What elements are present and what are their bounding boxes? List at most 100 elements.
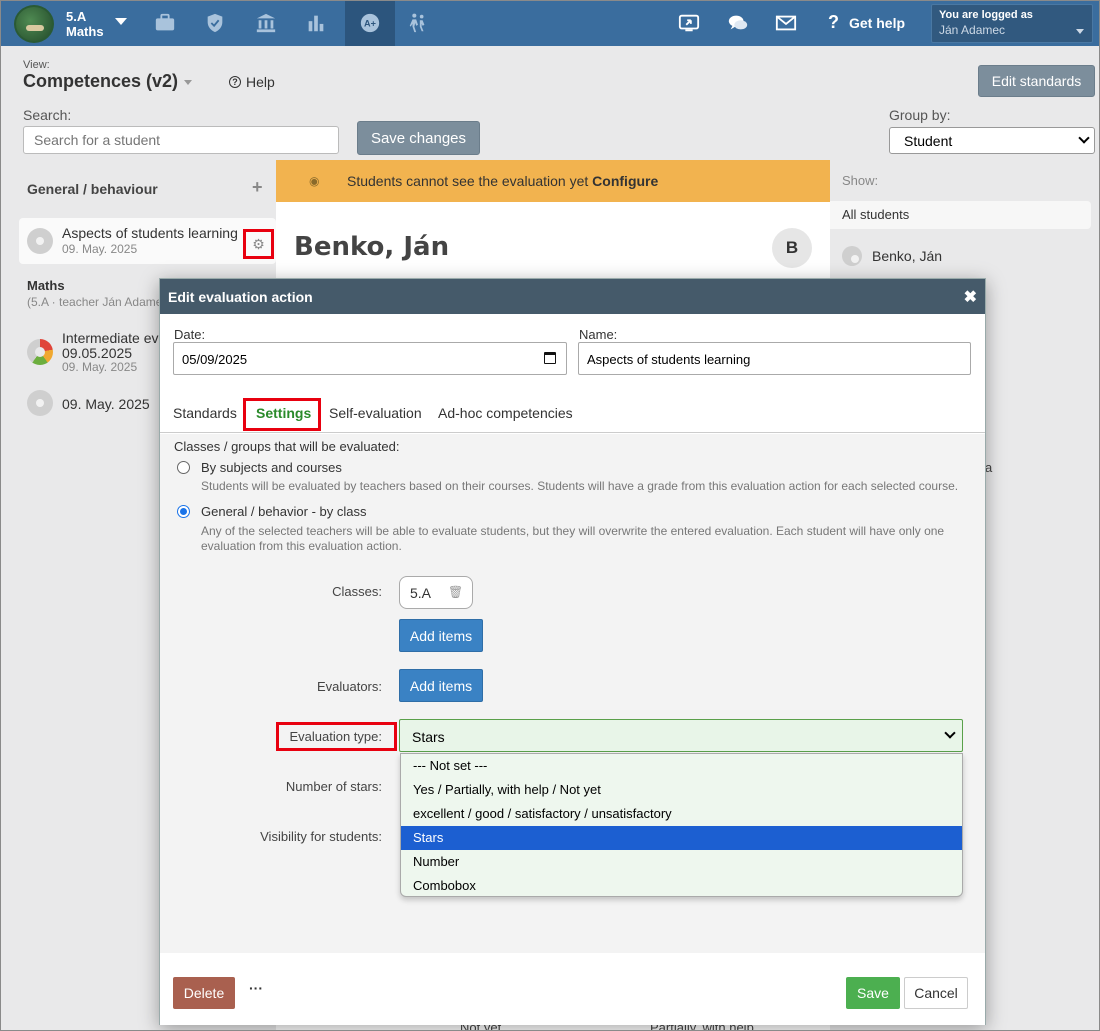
tab-ad-hoc-competencies[interactable]: Ad-hoc competencies (438, 405, 573, 421)
status-disc-icon (27, 390, 53, 416)
classes-groups-label: Classes / groups that will be evaluated: (174, 439, 400, 454)
evaluation-title: Aspects of students learning (62, 225, 238, 241)
banner-text: Students cannot see the evaluation yet (347, 173, 589, 189)
student-name: Benko, Ján (294, 232, 450, 262)
dialog-header: Edit evaluation action ✖ (160, 279, 985, 314)
name-label: Name: (579, 327, 618, 342)
date-value: 05/09/2025 (182, 352, 248, 367)
user-menu[interactable]: You are logged as Ján Adamec (931, 4, 1093, 43)
help-link[interactable]: ? Help (229, 74, 275, 90)
date-label: Date: (174, 327, 206, 342)
close-icon[interactable]: ✖ (964, 287, 977, 307)
add-evaluators-button[interactable]: Add items (399, 669, 483, 702)
section-maths: Maths (27, 278, 65, 293)
group-by-select[interactable]: Student (889, 127, 1095, 154)
date-field[interactable]: 05/09/2025 (173, 342, 567, 375)
option-not-set[interactable]: --- Not set --- (401, 754, 962, 778)
competence-icon[interactable]: A+ (345, 0, 395, 46)
cancel-button[interactable]: Cancel (904, 977, 968, 1009)
institution-icon[interactable] (244, 0, 288, 46)
evaluation-title: 09. May. 2025 (62, 396, 150, 412)
delete-button[interactable]: Delete (173, 977, 235, 1009)
class-name: 5.A (66, 9, 87, 24)
chat-icon[interactable] (727, 12, 749, 34)
evaluation-item-aspects[interactable]: Aspects of students learning 09. May. 20… (19, 218, 276, 264)
option-number[interactable]: Number (401, 850, 962, 874)
evaluation-title: Intermediate eva (62, 330, 167, 346)
radio-general-desc-1: Any of the selected teachers will be abl… (201, 524, 945, 538)
section-maths-subtitle: (5.A · teacher Ján Adamec (27, 295, 169, 309)
trash-icon[interactable]: 🗑 (448, 585, 463, 599)
radio-general-by-class[interactable] (177, 505, 190, 518)
subject-name: Maths (66, 24, 104, 39)
section-general-behaviour: General / behaviour (27, 181, 158, 197)
name-value: Aspects of students learning (587, 352, 751, 367)
evaluation-type-dropdown: --- Not set --- Yes / Partially, with he… (400, 753, 963, 897)
walking-people-icon[interactable] (396, 0, 440, 46)
question-icon: ? (828, 12, 839, 32)
view-title[interactable]: Competences (v2) (23, 71, 178, 92)
search-input[interactable] (23, 126, 339, 154)
svg-text:A+: A+ (364, 19, 376, 29)
edit-standards-button[interactable]: Edit standards (978, 65, 1095, 97)
evaluation-type-value: Stars (412, 729, 445, 745)
show-label: Show: (842, 173, 879, 188)
class-chip-label: 5.A (410, 585, 432, 601)
highlight-box (243, 398, 321, 431)
filter-all-students[interactable]: All students (830, 201, 1091, 229)
logged-as-label: You are logged as (939, 9, 1033, 21)
evaluation-type-select[interactable]: Stars (399, 719, 963, 752)
class-selector[interactable]: 5.A Maths (66, 9, 104, 39)
option-excellent-good[interactable]: excellent / good / satisfactory / unsati… (401, 802, 962, 826)
chevron-down-icon (944, 727, 956, 739)
edit-evaluation-dialog: Edit evaluation action ✖ Date: 05/09/202… (159, 278, 986, 1025)
chevron-down-icon[interactable] (184, 80, 192, 85)
class-chip: 5.A 🗑 (399, 576, 473, 609)
radio-by-subjects[interactable] (177, 461, 190, 474)
get-help-button[interactable]: ? Get help (828, 12, 905, 33)
status-disc-icon (27, 228, 53, 254)
shield-check-icon[interactable] (193, 0, 237, 46)
search-label: Search: (23, 107, 72, 123)
classes-label: Classes: (332, 584, 382, 599)
save-button[interactable]: Save (846, 977, 900, 1009)
mail-icon[interactable] (775, 12, 797, 34)
truncated-text: a (985, 460, 993, 475)
chevron-down-icon[interactable] (115, 18, 127, 25)
user-name: Ján Adamec (939, 23, 1006, 37)
add-classes-button[interactable]: Add items (399, 619, 483, 652)
dialog-title: Edit evaluation action (168, 289, 313, 305)
evaluation-date-numeric: 09.05.2025 (62, 345, 133, 361)
radio-general-desc-2: evaluation from this evaluation action. (201, 539, 402, 553)
get-help-label: Get help (849, 14, 906, 31)
radio-by-subjects-desc: Students will be evaluated by teachers b… (201, 479, 959, 493)
visibility-label: Visibility for students: (260, 829, 382, 844)
student-list-item[interactable]: Benko, Ján (872, 248, 942, 264)
avatar: B (772, 228, 812, 268)
briefcase-icon[interactable] (143, 0, 187, 46)
share-screen-icon[interactable] (678, 12, 700, 34)
status-disc-icon (842, 246, 862, 266)
number-of-stars-label: Number of stars: (285, 779, 382, 794)
configure-link[interactable]: Configure (592, 173, 658, 189)
tab-self-evaluation[interactable]: Self-evaluation (329, 405, 422, 421)
option-stars[interactable]: Stars (401, 826, 962, 850)
name-field[interactable]: Aspects of students learning (578, 342, 971, 375)
evaluators-label: Evaluators: (316, 679, 382, 694)
plus-icon[interactable]: + (252, 177, 263, 198)
bar-chart-icon[interactable] (294, 0, 338, 46)
gear-icon[interactable]: ⚙ (243, 229, 274, 259)
tab-standards[interactable]: Standards (173, 405, 237, 421)
radio-by-subjects-label[interactable]: By subjects and courses (201, 460, 342, 475)
radio-general-by-class-label[interactable]: General / behavior - by class (201, 504, 366, 519)
progress-pie-icon (27, 339, 53, 365)
dialog-footer: Delete ··· Save Cancel (160, 953, 985, 1025)
school-logo[interactable] (14, 5, 54, 43)
option-yes-partially[interactable]: Yes / Partially, with help / Not yet (401, 778, 962, 802)
calendar-icon[interactable] (544, 352, 556, 364)
more-options-button[interactable]: ··· (249, 980, 263, 996)
top-bar: 5.A Maths A+ ? Get help You are logged a… (0, 0, 1100, 46)
view-label: View: (23, 59, 50, 71)
save-changes-button[interactable]: Save changes (357, 121, 480, 155)
option-combobox[interactable]: Combobox (401, 874, 962, 896)
